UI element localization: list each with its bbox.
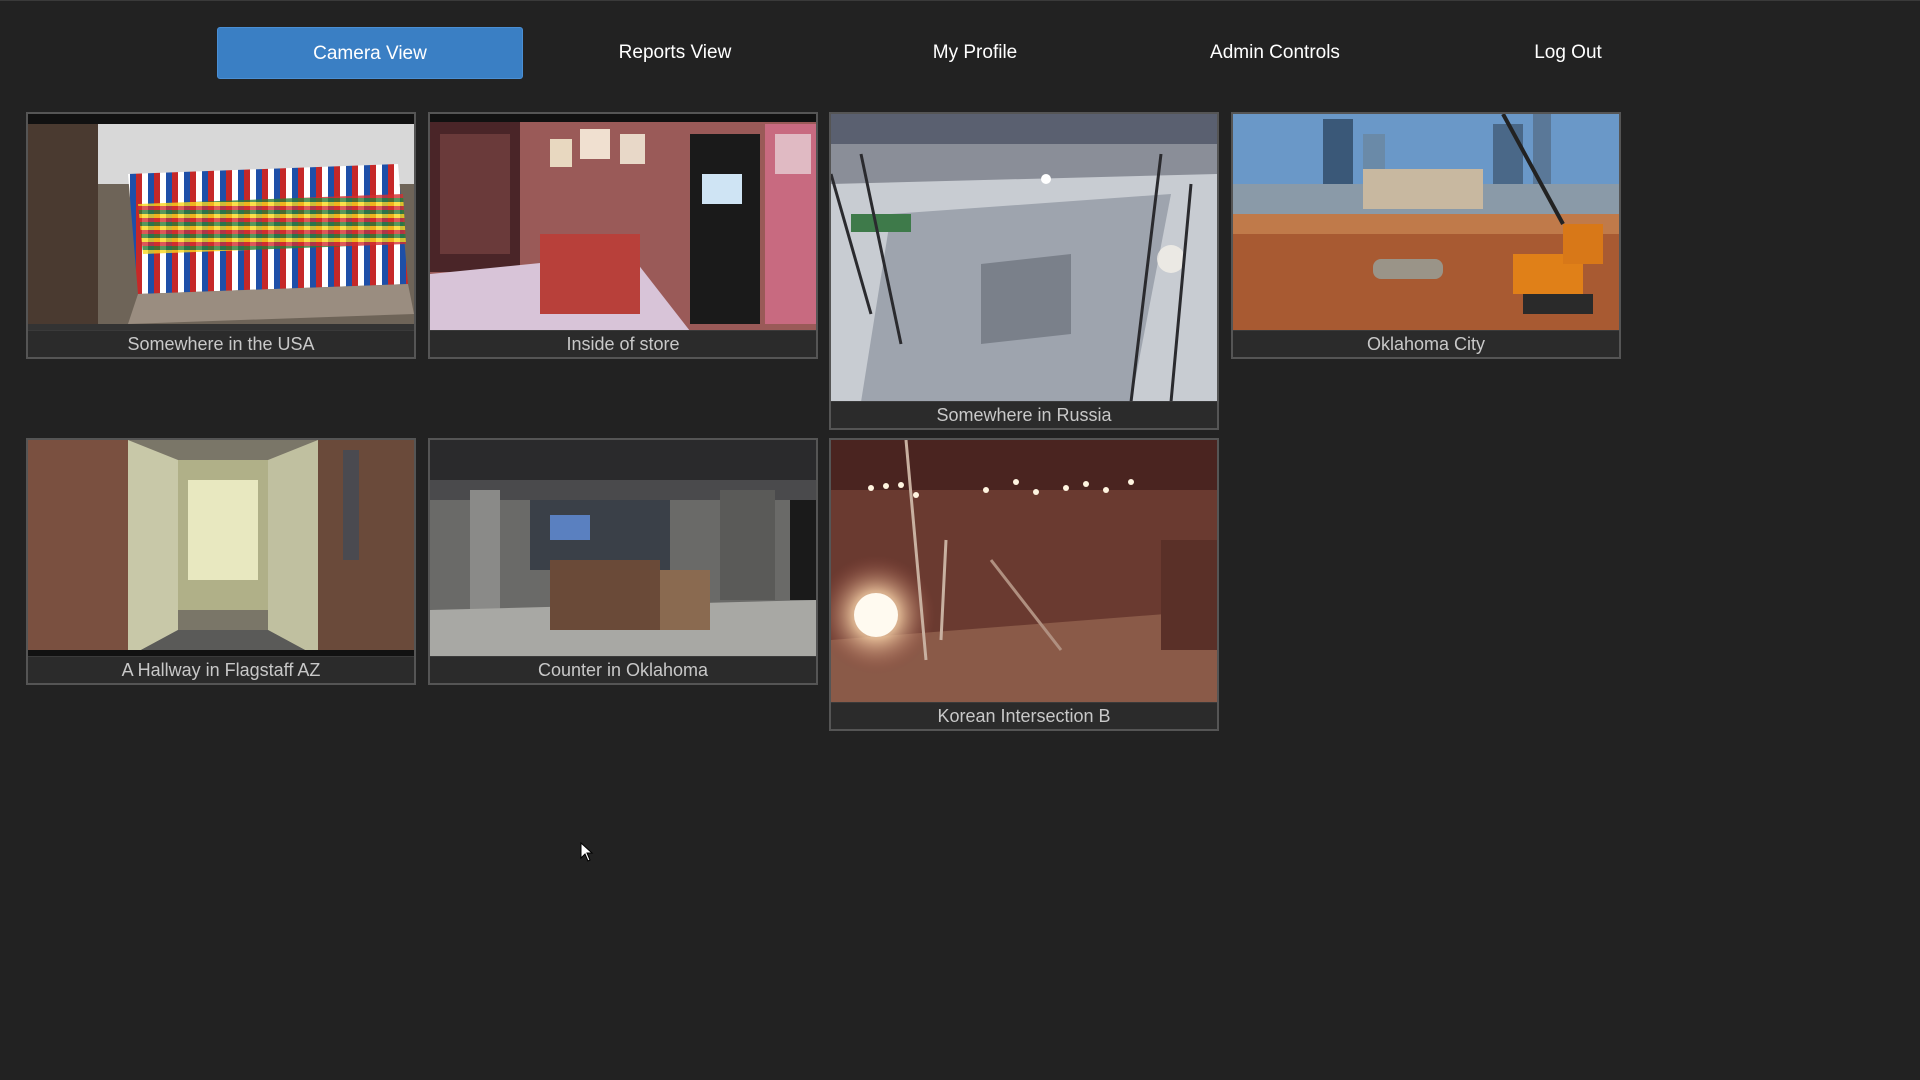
camera-tile[interactable]: Oklahoma City [1231, 112, 1621, 359]
nav-log-out-button[interactable]: Log Out [1468, 27, 1668, 79]
top-nav: Camera View Reports View My Profile Admi… [0, 27, 1920, 79]
camera-feed [430, 114, 816, 331]
camera-feed [28, 440, 414, 657]
camera-label: Somewhere in Russia [831, 401, 1217, 428]
camera-tile[interactable]: Somewhere in the USA [26, 112, 416, 359]
nav-my-profile-button[interactable]: My Profile [855, 27, 1095, 79]
camera-feed [831, 440, 1217, 703]
nav-reports-view-button[interactable]: Reports View [555, 27, 795, 79]
camera-feed [430, 440, 816, 657]
camera-label: Oklahoma City [1233, 330, 1619, 357]
camera-label: Somewhere in the USA [28, 330, 414, 357]
camera-tile[interactable]: Inside of store [428, 112, 818, 359]
camera-feed [831, 114, 1217, 402]
nav-camera-view-button[interactable]: Camera View [217, 27, 523, 79]
camera-tile[interactable]: Counter in Oklahoma [428, 438, 818, 685]
mouse-pointer-icon [580, 842, 594, 862]
top-divider [0, 0, 1920, 1]
nav-admin-controls-button[interactable]: Admin Controls [1155, 27, 1395, 79]
camera-feed [28, 114, 414, 331]
camera-label: Korean Intersection B [831, 702, 1217, 729]
camera-tile[interactable]: A Hallway in Flagstaff AZ [26, 438, 416, 685]
camera-tile[interactable]: Korean Intersection B [829, 438, 1219, 731]
camera-tile[interactable]: Somewhere in Russia [829, 112, 1219, 430]
camera-feed [1233, 114, 1619, 331]
camera-label: Inside of store [430, 330, 816, 357]
camera-label: A Hallway in Flagstaff AZ [28, 656, 414, 683]
camera-label: Counter in Oklahoma [430, 656, 816, 683]
